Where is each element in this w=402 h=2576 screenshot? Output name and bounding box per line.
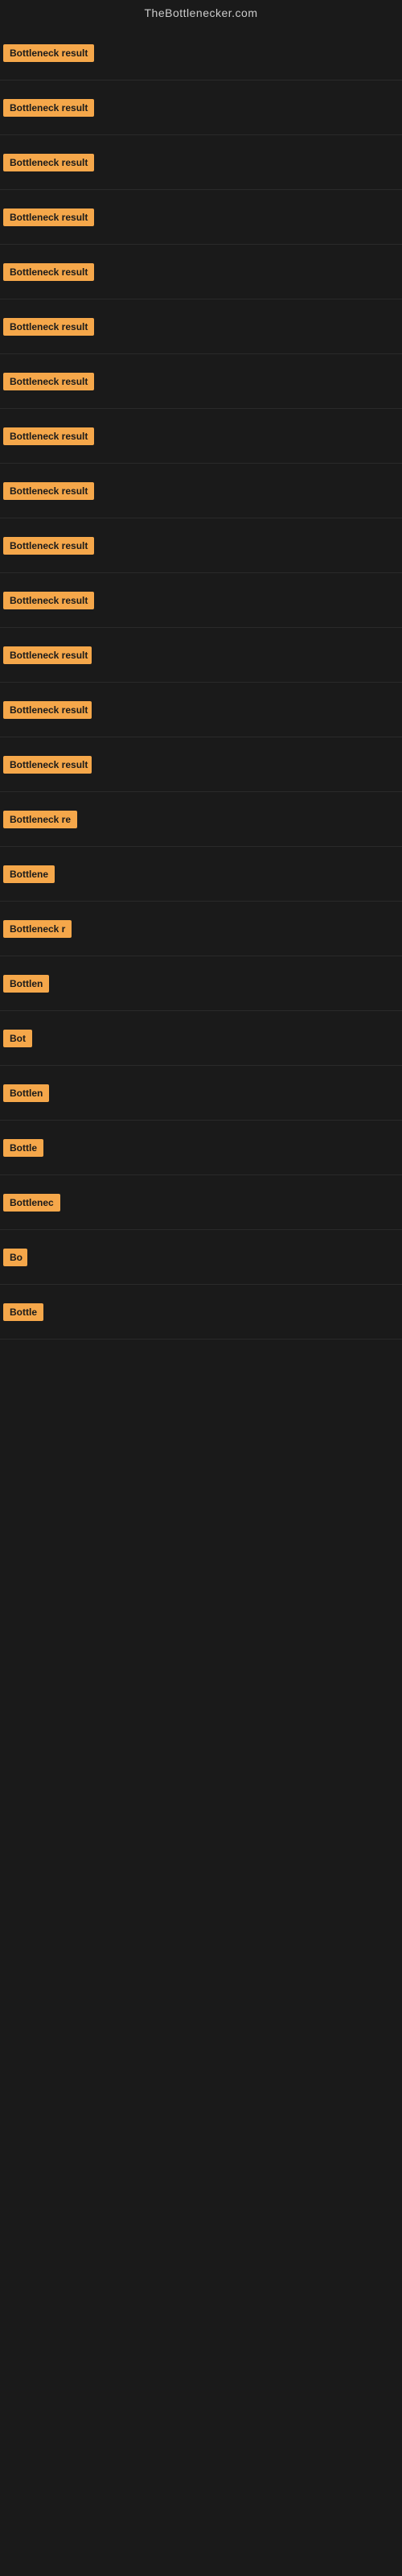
list-item: Bo bbox=[0, 1230, 402, 1285]
bottleneck-badge[interactable]: Bottle bbox=[3, 1139, 43, 1157]
bottleneck-badge[interactable]: Bottle bbox=[3, 1303, 43, 1321]
bottleneck-badge[interactable]: Bottleneck result bbox=[3, 592, 94, 609]
list-item: Bottleneck result bbox=[0, 80, 402, 135]
bottleneck-badge[interactable]: Bottleneck result bbox=[3, 537, 94, 555]
bottleneck-badge[interactable]: Bottleneck result bbox=[3, 646, 92, 664]
list-item: Bottle bbox=[0, 1285, 402, 1340]
list-item: Bottlenec bbox=[0, 1175, 402, 1230]
list-item: Bottleneck result bbox=[0, 628, 402, 683]
list-item: Bottleneck re bbox=[0, 792, 402, 847]
list-item: Bottleneck result bbox=[0, 683, 402, 737]
list-item: Bottleneck result bbox=[0, 354, 402, 409]
site-header: TheBottlenecker.com bbox=[0, 0, 402, 26]
list-item: Bottlen bbox=[0, 1066, 402, 1121]
list-item: Bottleneck result bbox=[0, 135, 402, 190]
bottleneck-badge[interactable]: Bottleneck r bbox=[3, 920, 72, 938]
bottleneck-badge[interactable]: Bottleneck result bbox=[3, 318, 94, 336]
badges-container: Bottleneck result Bottleneck result Bottle… bbox=[0, 26, 402, 1340]
list-item: Bottleneck result bbox=[0, 737, 402, 792]
list-item: Bottlene bbox=[0, 847, 402, 902]
list-item: Bottleneck result bbox=[0, 573, 402, 628]
bottleneck-badge[interactable]: Bottleneck result bbox=[3, 154, 94, 171]
bottleneck-badge[interactable]: Bottlen bbox=[3, 975, 49, 993]
bottleneck-badge[interactable]: Bot bbox=[3, 1030, 32, 1047]
list-item: Bottlen bbox=[0, 956, 402, 1011]
list-item: Bottleneck result bbox=[0, 299, 402, 354]
list-item: Bottleneck result bbox=[0, 464, 402, 518]
bottleneck-badge[interactable]: Bottleneck result bbox=[3, 756, 92, 774]
list-item: Bottleneck result bbox=[0, 245, 402, 299]
bottleneck-badge[interactable]: Bottleneck result bbox=[3, 427, 94, 445]
list-item: Bot bbox=[0, 1011, 402, 1066]
list-item: Bottleneck result bbox=[0, 409, 402, 464]
bottleneck-badge[interactable]: Bottleneck result bbox=[3, 701, 92, 719]
bottleneck-badge[interactable]: Bottleneck result bbox=[3, 482, 94, 500]
site-title: TheBottlenecker.com bbox=[0, 0, 402, 26]
list-item: Bottle bbox=[0, 1121, 402, 1175]
bottleneck-badge[interactable]: Bottlenec bbox=[3, 1194, 60, 1212]
list-item: Bottleneck result bbox=[0, 190, 402, 245]
bottleneck-badge[interactable]: Bottlen bbox=[3, 1084, 49, 1102]
bottleneck-badge[interactable]: Bottleneck re bbox=[3, 811, 77, 828]
list-item: Bottleneck r bbox=[0, 902, 402, 956]
bottleneck-badge[interactable]: Bottleneck result bbox=[3, 44, 94, 62]
list-item: Bottleneck result bbox=[0, 26, 402, 80]
bottleneck-badge[interactable]: Bottlene bbox=[3, 865, 55, 883]
bottleneck-badge[interactable]: Bo bbox=[3, 1249, 27, 1266]
bottleneck-badge[interactable]: Bottleneck result bbox=[3, 263, 94, 281]
bottleneck-badge[interactable]: Bottleneck result bbox=[3, 373, 94, 390]
bottleneck-badge[interactable]: Bottleneck result bbox=[3, 99, 94, 117]
bottleneck-badge[interactable]: Bottleneck result bbox=[3, 208, 94, 226]
list-item: Bottleneck result bbox=[0, 518, 402, 573]
